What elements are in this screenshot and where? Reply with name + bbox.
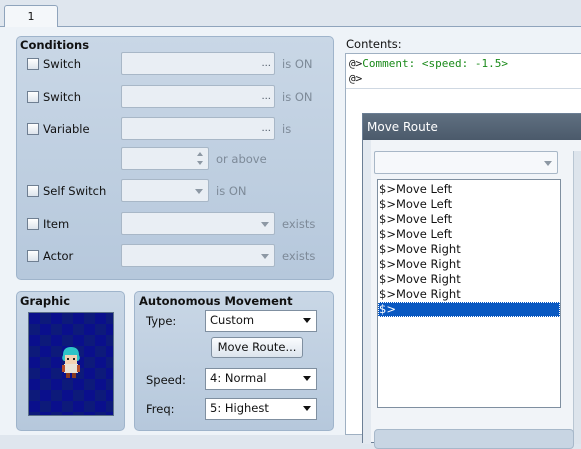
chevron-down-icon xyxy=(261,254,269,259)
chevron-down-icon xyxy=(195,189,203,194)
chevron-down-icon xyxy=(261,222,269,227)
right-panel-edge xyxy=(573,151,581,444)
actor-suffix: exists xyxy=(282,249,316,263)
variable-label: Variable xyxy=(43,122,90,136)
switch1-field[interactable]: ... xyxy=(121,52,275,75)
move-route-command[interactable]: $>Move Right xyxy=(378,257,560,272)
spin-down-icon[interactable] xyxy=(197,161,203,165)
line-prefix: @> xyxy=(349,57,363,70)
actor-label: Actor xyxy=(43,249,74,263)
variable-amount-suffix: or above xyxy=(216,152,267,166)
move-route-command[interactable]: $> xyxy=(378,302,560,317)
move-route-list[interactable]: $>Move Left $>Move Left $>Move Left $>Move … xyxy=(377,179,561,408)
chevron-down-icon xyxy=(303,318,311,323)
chevron-down-icon xyxy=(303,406,311,411)
spin-up-icon[interactable] xyxy=(197,152,203,156)
switch2-ellipsis[interactable]: ... xyxy=(261,91,271,102)
speed-label: Speed: xyxy=(146,373,186,387)
variable-suffix: is xyxy=(282,122,292,136)
variable-field[interactable]: ... xyxy=(121,117,275,140)
graphic-title: Graphic xyxy=(20,294,71,308)
move-route-dialog: Move Route $>Move Left $>Move Left $>Move … xyxy=(362,113,581,449)
conditions-title: Conditions xyxy=(20,38,90,52)
contents-separator xyxy=(346,88,581,89)
freq-value: 5: Highest xyxy=(210,401,269,415)
chevron-down-icon xyxy=(544,161,552,166)
type-select[interactable]: Custom xyxy=(205,310,317,332)
dialog-bottom-panel xyxy=(374,429,574,449)
dialog-title[interactable]: Move Route xyxy=(363,114,581,140)
variable-ellipsis[interactable]: ... xyxy=(261,123,271,134)
variable-checkbox[interactable] xyxy=(27,123,39,135)
switch1-ellipsis[interactable]: ... xyxy=(261,58,271,69)
switch2-label: Switch xyxy=(43,90,82,104)
line-prefix: @> xyxy=(349,72,363,85)
move-route-command[interactable]: $>Move Right xyxy=(378,272,560,287)
move-route-command[interactable]: $>Move Left xyxy=(378,197,560,212)
self-switch-checkbox[interactable] xyxy=(27,185,39,197)
tab-page-1[interactable]: 1 xyxy=(4,5,58,28)
contents-label: Contents: xyxy=(346,37,402,51)
switch1-suffix: is ON xyxy=(282,57,313,71)
move-route-command[interactable]: $>Move Right xyxy=(378,242,560,257)
move-route-command[interactable]: $>Move Left xyxy=(378,182,560,197)
speed-value: 4: Normal xyxy=(210,371,267,385)
switch2-field[interactable]: ... xyxy=(121,85,275,108)
move-route-command[interactable]: $>Move Left xyxy=(378,212,560,227)
type-value: Custom xyxy=(210,313,255,327)
switch2-suffix: is ON xyxy=(282,90,313,104)
actor-checkbox[interactable] xyxy=(27,250,39,262)
freq-label: Freq: xyxy=(146,402,175,416)
dialog-side-strip xyxy=(363,140,371,444)
switch1-label: Switch xyxy=(43,57,82,71)
item-suffix: exists xyxy=(282,217,316,231)
item-select[interactable] xyxy=(121,212,275,235)
switch2-checkbox[interactable] xyxy=(27,91,39,103)
self-switch-select[interactable] xyxy=(121,179,209,202)
move-route-button[interactable]: Move Route... xyxy=(211,337,303,358)
move-route-command[interactable]: $>Move Left xyxy=(378,227,560,242)
variable-amount-spinner[interactable] xyxy=(121,147,209,170)
freq-select[interactable]: 5: Highest xyxy=(205,398,317,420)
move-route-target-select[interactable] xyxy=(374,151,558,174)
autonomous-movement-title: Autonomous Movement xyxy=(139,294,293,308)
speed-select[interactable]: 4: Normal xyxy=(205,368,317,390)
actor-select[interactable] xyxy=(121,244,275,267)
chevron-down-icon xyxy=(303,376,311,381)
self-switch-label: Self Switch xyxy=(43,184,107,198)
contents-line[interactable]: @>Comment: <speed: -1.5> xyxy=(349,57,508,70)
graphic-preview[interactable] xyxy=(28,312,114,416)
type-label: Type: xyxy=(146,314,177,328)
move-route-command[interactable]: $>Move Right xyxy=(378,287,560,302)
item-checkbox[interactable] xyxy=(27,218,39,230)
item-label: Item xyxy=(43,217,70,231)
comment-text: Comment: <speed: -1.5> xyxy=(362,57,508,70)
self-switch-suffix: is ON xyxy=(216,184,247,198)
switch1-checkbox[interactable] xyxy=(27,58,39,70)
character-sprite-icon xyxy=(62,347,80,378)
contents-line[interactable]: @> xyxy=(349,72,362,85)
tab-strip xyxy=(0,0,581,27)
